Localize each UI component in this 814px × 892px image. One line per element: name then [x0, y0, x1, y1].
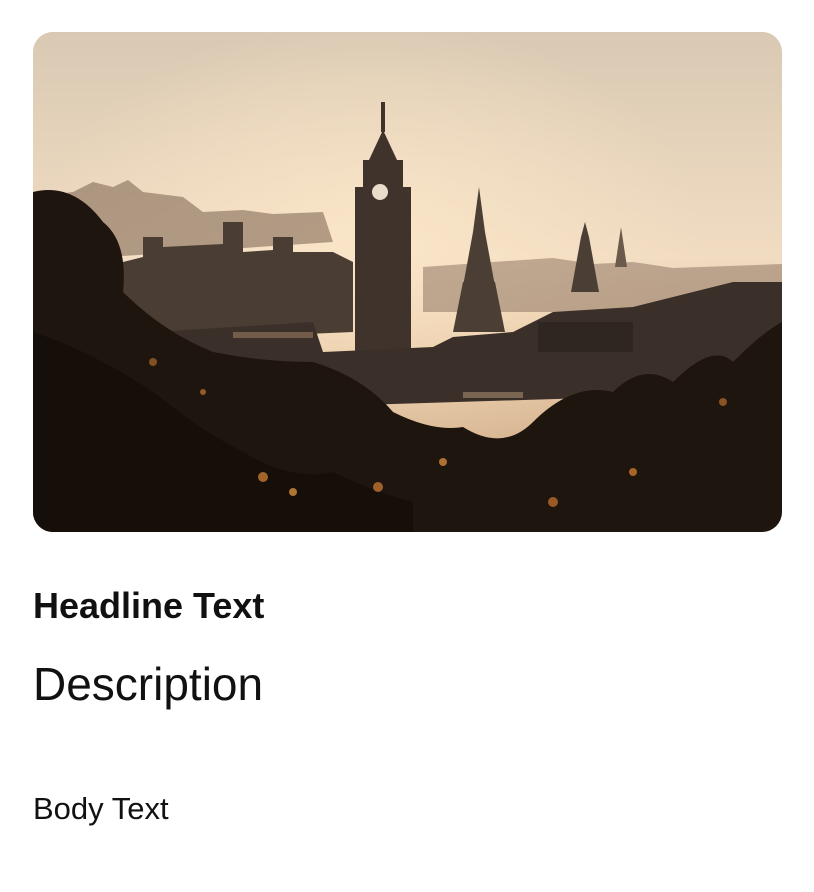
headline-text: Headline Text [33, 585, 265, 626]
city-skyline-image [33, 32, 782, 532]
body-text: Body Text [33, 791, 169, 826]
description-text: Description [33, 658, 264, 710]
content-card: Headline Text Description Body Text [0, 0, 814, 892]
hero-image [33, 32, 782, 532]
